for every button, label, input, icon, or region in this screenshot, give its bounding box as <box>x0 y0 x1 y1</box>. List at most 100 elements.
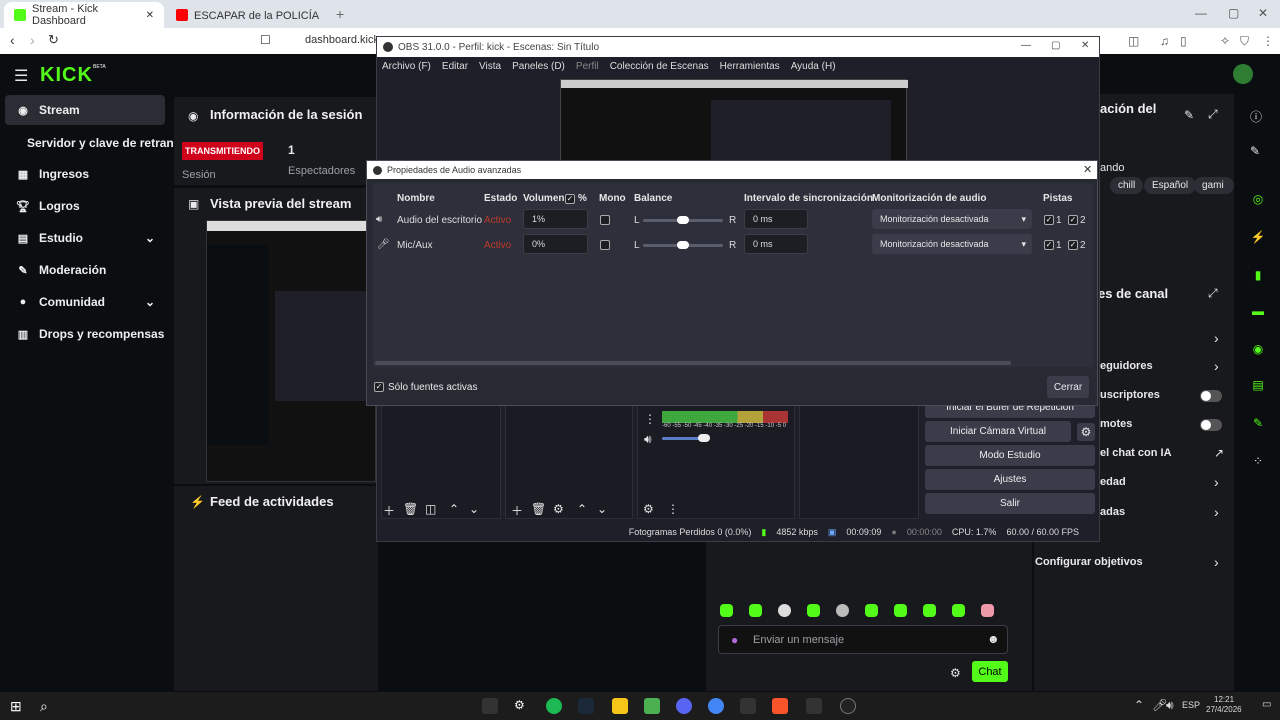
edit-icon[interactable]: ✎ <box>1184 108 1194 122</box>
mic-icon[interactable]: ● <box>731 633 738 647</box>
pen-icon[interactable]: ✎ <box>1250 144 1260 158</box>
extensions-icon[interactable]: ◫ <box>1128 34 1139 48</box>
emote-icon[interactable] <box>807 604 820 617</box>
rail-broadcast-icon[interactable]: ◉ <box>1245 336 1271 362</box>
chrome-icon[interactable] <box>708 698 724 714</box>
menu-perfil[interactable]: Perfil <box>576 61 599 72</box>
sidebar-item-ingresos[interactable]: ▦ Ingresos <box>5 159 165 189</box>
search-icon[interactable]: ⌕ <box>40 698 56 714</box>
mic-tray-icon[interactable]: 🎤︎ <box>1152 698 1167 712</box>
avatar[interactable] <box>1233 64 1253 84</box>
tab-kick-dashboard[interactable]: Stream - Kick Dashboard ✕ <box>4 2 164 28</box>
move-down-icon[interactable]: ⌄ <box>469 502 479 516</box>
expand-icon[interactable]: ⤢ <box>1208 286 1218 301</box>
move-up-icon[interactable]: ⌃ <box>577 502 587 516</box>
rail-wrench-icon[interactable]: ✎ <box>1245 410 1271 436</box>
sidebar-item-logros[interactable]: 🏆︎ Logros <box>5 191 165 221</box>
volume-percent-checkbox[interactable]: ✓ <box>565 194 575 204</box>
rail-bolt-icon[interactable]: ⚡ <box>1245 224 1271 250</box>
volume-spinbox[interactable]: 0% <box>523 234 588 254</box>
rail-camera-icon[interactable]: ◎ <box>1245 186 1271 212</box>
sidebar-item-moderacion[interactable]: ✎ Moderación <box>5 255 165 285</box>
mixer-menu-icon[interactable]: ⋮ <box>644 412 656 426</box>
bookmark-icon[interactable]: ☐ <box>260 33 271 47</box>
discord-icon[interactable] <box>676 698 692 714</box>
sidebar-item-stream[interactable]: ◉ Stream <box>5 95 165 125</box>
clock-time[interactable]: 12:21 <box>1214 695 1234 704</box>
menu-colecciones[interactable]: Colección de Escenas <box>610 61 709 72</box>
track1-checkbox[interactable]: ✓ <box>1044 215 1054 225</box>
emote-icon[interactable] <box>836 604 849 617</box>
virtual-camera-button[interactable]: Iniciar Cámara Virtual <box>925 421 1071 442</box>
stream-preview[interactable] <box>206 220 377 482</box>
virtual-camera-settings-icon[interactable]: ⚙ <box>1077 423 1095 441</box>
chevron-right-icon[interactable]: › <box>1214 474 1219 490</box>
active-only-checkbox[interactable]: ✓ <box>374 382 384 392</box>
music-icon[interactable]: ♫ <box>1160 34 1169 48</box>
settings-button[interactable]: Ajustes <box>925 469 1095 490</box>
chevron-right-icon[interactable]: › <box>1214 330 1219 346</box>
shield-icon[interactable]: ⛉ <box>1240 34 1249 49</box>
external-link-icon[interactable]: ↗ <box>1214 446 1224 460</box>
track1-checkbox[interactable]: ✓ <box>1044 240 1054 250</box>
kick-logo[interactable]: KICK <box>40 64 93 87</box>
balance-knob[interactable] <box>677 216 689 224</box>
mixer-settings-icon[interactable]: ⚙ <box>643 502 654 516</box>
remove-scene-icon[interactable]: 🗑︎ <box>403 502 418 516</box>
chevron-right-icon[interactable]: › <box>1214 504 1219 520</box>
emote-icon[interactable] <box>865 604 878 617</box>
emote-icon[interactable] <box>720 604 733 617</box>
source-settings-icon[interactable]: ⚙ <box>553 502 564 516</box>
menu-ayuda[interactable]: Ayuda (H) <box>791 61 836 72</box>
emote-icon[interactable] <box>923 604 936 617</box>
settings-icon[interactable]: ⚙ <box>514 698 530 714</box>
track2-checkbox[interactable]: ✓ <box>1068 240 1078 250</box>
back-icon[interactable]: ‹ <box>10 32 15 48</box>
reload-icon[interactable]: ↻ <box>48 32 59 48</box>
sidebar-item-comunidad[interactable]: ● Comunidad ⌄ <box>5 287 165 317</box>
move-down-icon[interactable]: ⌄ <box>597 502 607 516</box>
ai-chat-setting[interactable]: el chat con IA <box>1100 447 1172 459</box>
age-setting[interactable]: edad <box>1100 476 1126 488</box>
settings-icon[interactable]: ⚙ <box>950 666 961 680</box>
close-tab-icon[interactable]: ✕ <box>146 10 154 21</box>
spotify-icon[interactable] <box>546 698 562 714</box>
speaker-tray-icon[interactable]: 🔊︎ <box>1166 698 1174 713</box>
add-scene-icon[interactable]: ＋ <box>383 502 395 519</box>
emote-icon[interactable] <box>749 604 762 617</box>
followers-setting[interactable]: eguidores <box>1100 360 1153 372</box>
mono-checkbox[interactable] <box>600 215 610 225</box>
emote-icon[interactable] <box>778 604 791 617</box>
rockstar-icon[interactable] <box>612 698 628 714</box>
emoji-icon[interactable]: ☻ <box>987 632 1000 646</box>
close-window-icon[interactable]: ✕ <box>1258 6 1268 20</box>
move-up-icon[interactable]: ⌃ <box>449 502 459 516</box>
speaker-icon[interactable]: 🔊︎ <box>644 432 652 447</box>
new-tab-icon[interactable]: + <box>336 6 344 22</box>
terminal-icon[interactable] <box>740 698 756 714</box>
balance-slider[interactable] <box>643 216 723 224</box>
info-icon[interactable]: ⓘ <box>1250 108 1262 125</box>
remove-source-icon[interactable]: 🗑︎ <box>531 502 546 516</box>
close-icon[interactable]: ✕ <box>1081 40 1089 51</box>
chevron-right-icon[interactable]: › <box>1214 554 1219 570</box>
chevron-right-icon[interactable]: › <box>1214 358 1219 374</box>
volume-spinbox[interactable]: 1% <box>523 209 588 229</box>
forward-icon[interactable]: › <box>30 32 35 48</box>
studio-mode-button[interactable]: Modo Estudio <box>925 445 1095 466</box>
menu-archivo[interactable]: Archivo (F) <box>382 61 431 72</box>
notification-icon[interactable]: ▭ <box>1262 699 1271 710</box>
epic-games-icon[interactable] <box>482 698 498 714</box>
mixer-volume-slider[interactable] <box>662 434 710 442</box>
maximize-icon[interactable]: ▢ <box>1051 40 1060 51</box>
chat-input[interactable]: ● Enviar un mensaje ☻ <box>718 625 1008 654</box>
sync-offset-spinbox[interactable]: 0 ms <box>744 209 808 229</box>
windows-start-icon[interactable]: ⊞ <box>10 698 26 714</box>
minimize-icon[interactable]: — <box>1195 6 1207 20</box>
minimize-icon[interactable]: — <box>1021 40 1031 51</box>
configure-goals[interactable]: Configurar objetivos <box>1035 556 1143 568</box>
monitoring-select[interactable]: Monitorización desactivada ▾ <box>872 234 1032 254</box>
emotes-toggle[interactable] <box>1200 419 1222 431</box>
monitoring-select[interactable]: Monitorización desactivada ▾ <box>872 209 1032 229</box>
close-icon[interactable]: ✕ <box>1083 163 1092 176</box>
